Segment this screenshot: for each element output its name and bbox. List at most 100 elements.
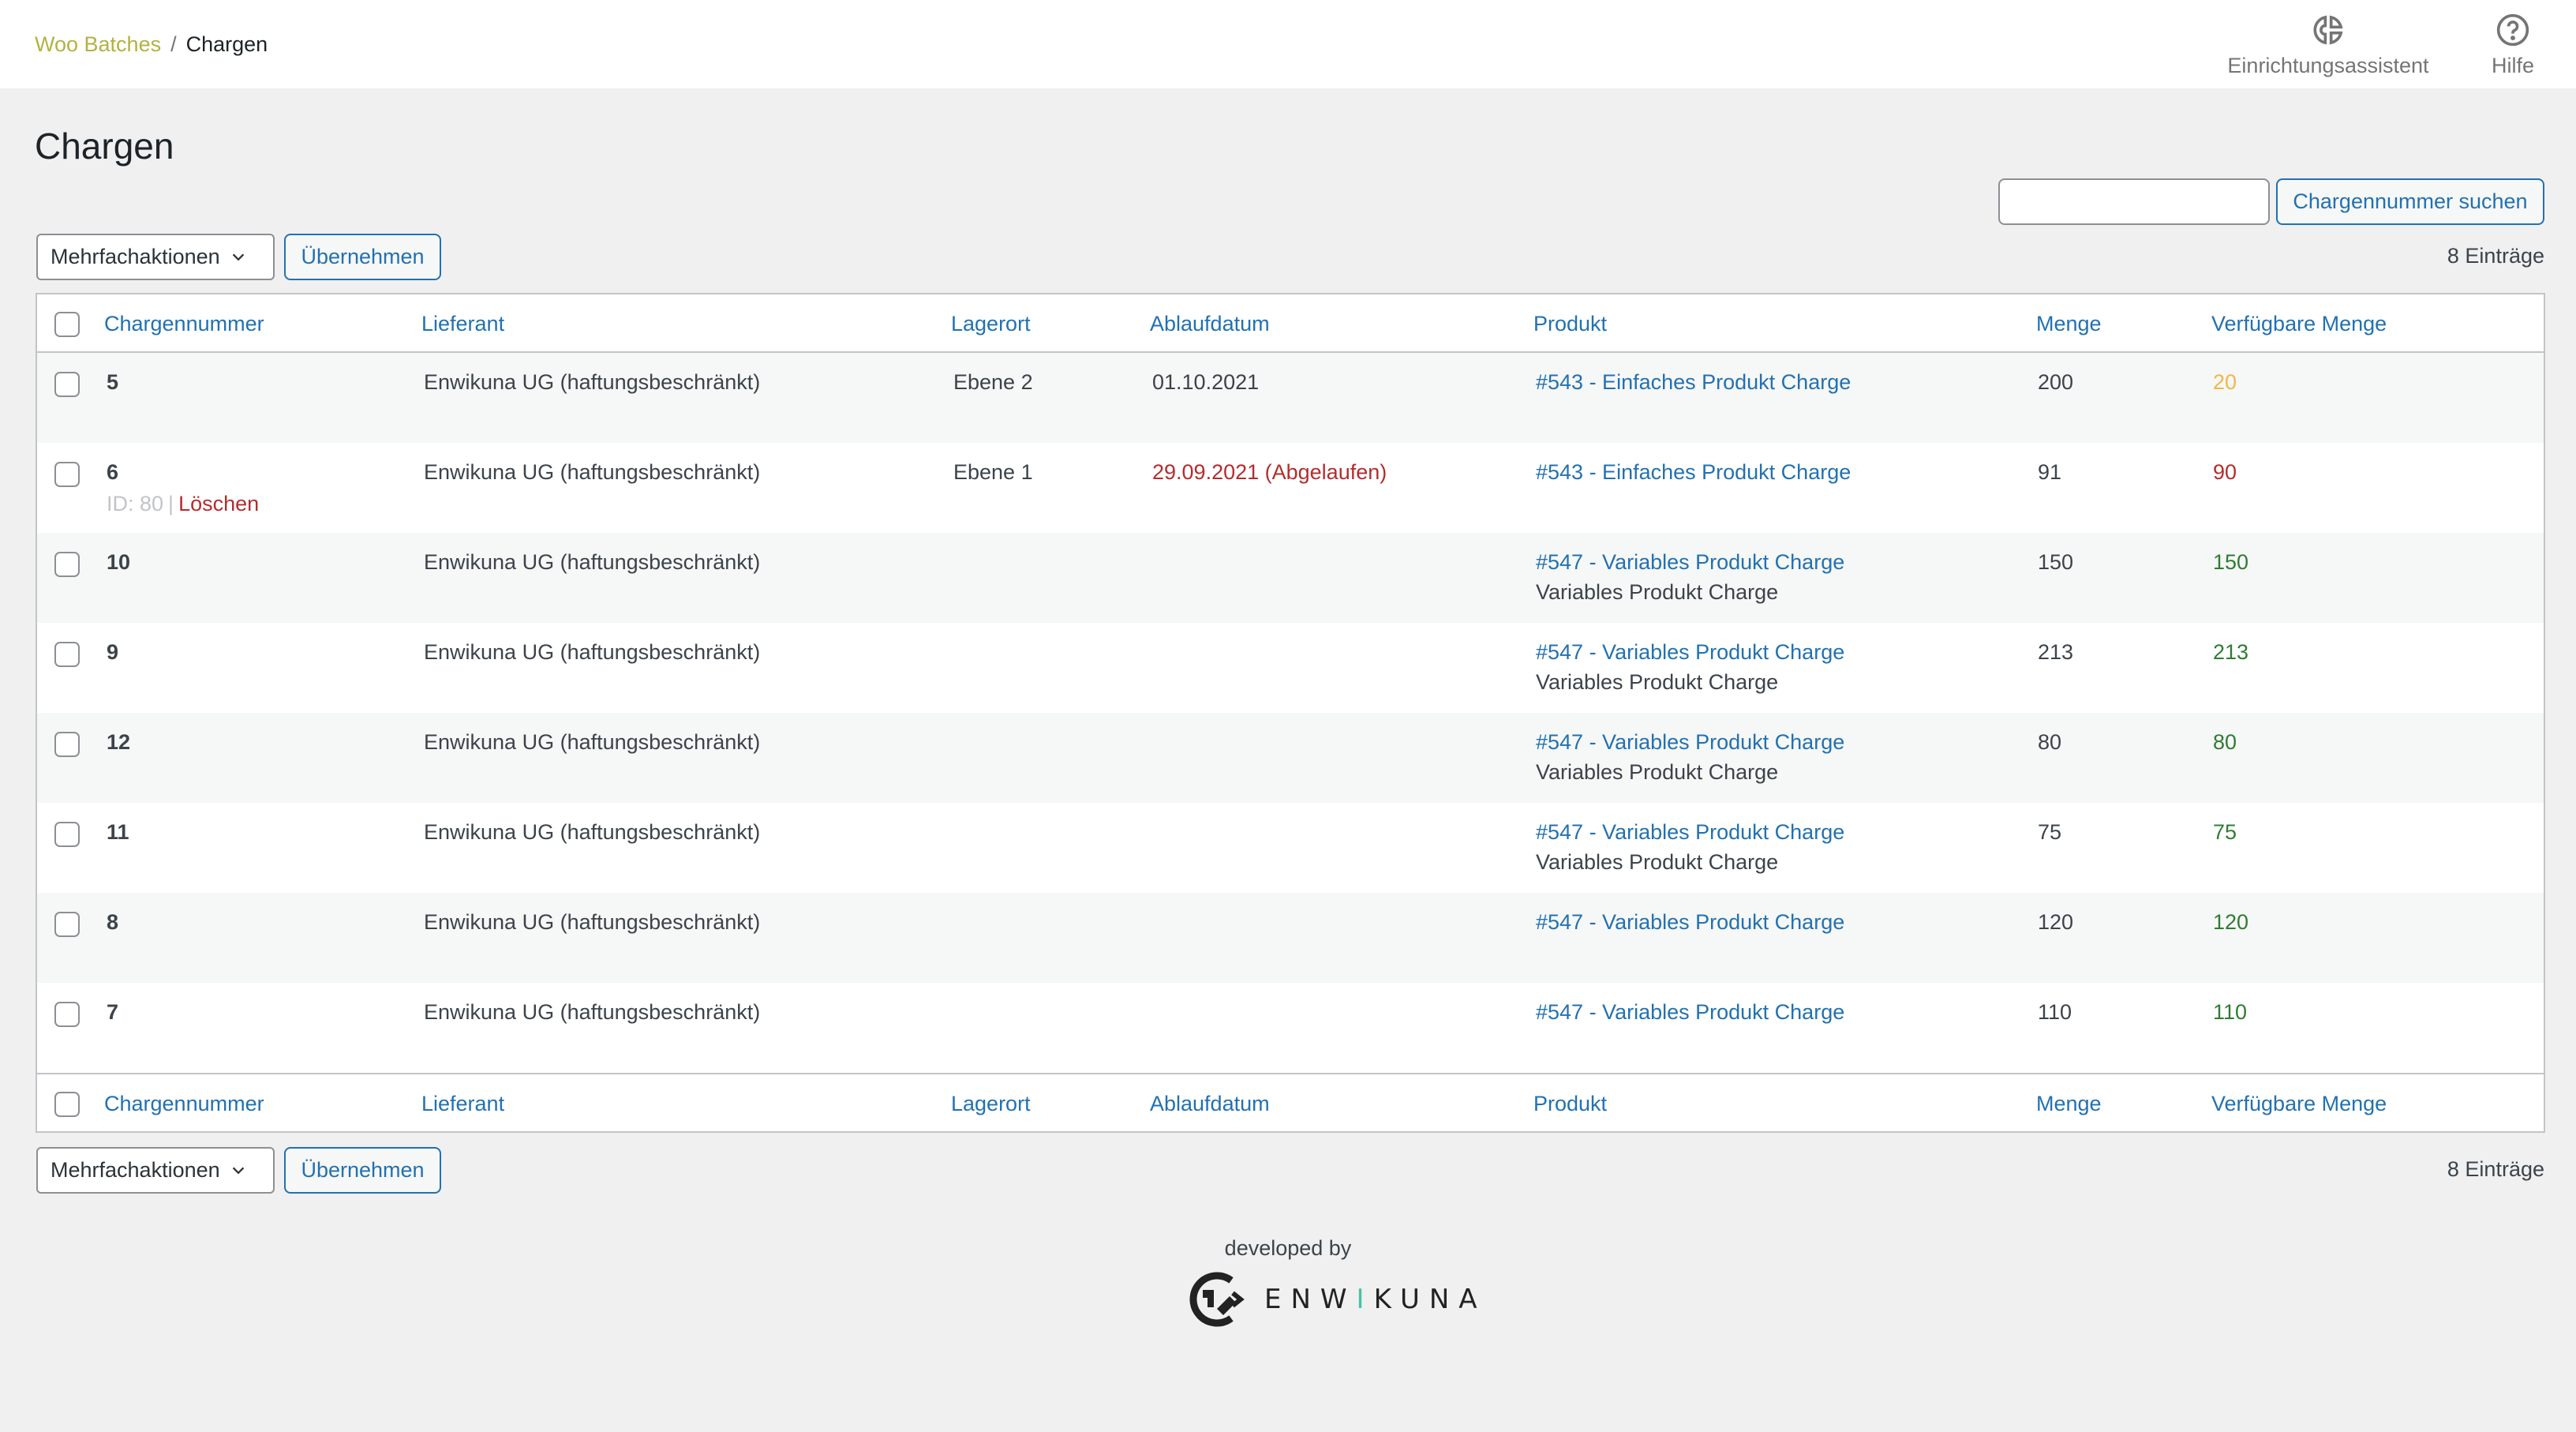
setup-wizard-label: Einrichtungsassistent: [2227, 54, 2429, 77]
product-cell: #547 - Variables Produkt Charge Variables…: [1536, 637, 1844, 697]
breadcrumb-link-woo-batches[interactable]: Woo Batches: [35, 32, 161, 57]
product-link[interactable]: #547 - Variables Produkt Charge: [1536, 997, 1844, 1027]
enwikuna-logo[interactable]: ENWIKUNA: [1184, 1269, 1487, 1329]
footer-column-location[interactable]: Lagerort: [951, 1089, 1031, 1119]
entries-count-bottom: 8 Einträge: [2447, 1157, 2544, 1181]
batch-number[interactable]: 5: [107, 367, 118, 397]
supplier: Enwikuna UG (haftungsbeschränkt): [424, 820, 761, 844]
product-link[interactable]: #547 - Variables Produkt Charge: [1536, 907, 1844, 937]
quantity: 200: [2038, 370, 2074, 394]
row-checkbox[interactable]: [54, 1002, 80, 1027]
product-variation: Variables Produkt Charge: [1536, 580, 1779, 604]
quantity: 110: [2038, 1000, 2072, 1024]
available-quantity: 75: [2213, 820, 2237, 844]
apply-bulk-action-button-bottom[interactable]: Übernehmen: [284, 1147, 441, 1194]
batch-number[interactable]: 10: [107, 547, 130, 577]
product-link[interactable]: #547 - Variables Produkt Charge: [1536, 637, 1844, 667]
batch-number[interactable]: 8: [107, 907, 118, 937]
product-variation: Variables Produkt Charge: [1536, 850, 1779, 874]
row-checkbox[interactable]: [54, 732, 80, 757]
product-cell: #547 - Variables Produkt Charge Variables…: [1536, 727, 1844, 787]
product-link[interactable]: #543 - Einfaches Produkt Charge: [1536, 457, 1851, 487]
product-link[interactable]: #547 - Variables Produkt Charge: [1536, 547, 1844, 577]
product-link[interactable]: #543 - Einfaches Produkt Charge: [1536, 367, 1851, 397]
batch-number[interactable]: 6: [107, 457, 118, 487]
product-cell: #547 - Variables Produkt Charge Variables…: [1536, 817, 1844, 877]
top-bar: Woo Batches / Chargen Einrichtungsassist…: [0, 0, 2576, 88]
row-checkbox[interactable]: [54, 552, 80, 577]
supplier: Enwikuna UG (haftungsbeschränkt): [424, 910, 761, 934]
footer-column-available-quantity[interactable]: Verfügbare Menge: [2211, 1089, 2387, 1119]
help-button[interactable]: Hilfe: [2484, 13, 2541, 78]
setup-wizard-button[interactable]: Einrichtungsassistent: [2224, 13, 2432, 78]
enwikuna-logo-mark-icon: [1189, 1272, 1245, 1327]
wordmark-part: KUNA: [1373, 1284, 1487, 1315]
supplier: Enwikuna UG (haftungsbeschränkt): [424, 730, 761, 754]
table-row: 5 Enwikuna UG (haftungsbeschränkt) Ebene 2…: [37, 353, 2544, 443]
available-quantity: 20: [2213, 370, 2237, 394]
row-checkbox[interactable]: [54, 462, 80, 487]
apply-bulk-action-button-top[interactable]: Übernehmen: [284, 234, 441, 280]
table-row: 9 Enwikuna UG (haftungsbeschränkt) #547 - …: [37, 623, 2544, 713]
row-actions-separator: |: [168, 492, 174, 515]
chevron-down-icon: [232, 1167, 244, 1174]
search-batch-button[interactable]: Chargennummer suchen: [2276, 178, 2544, 225]
available-quantity: 213: [2213, 640, 2249, 664]
available-quantity: 110: [2213, 1000, 2248, 1024]
quantity: 213: [2038, 640, 2074, 664]
column-header-supplier[interactable]: Lieferant: [421, 309, 504, 339]
developed-by-text: developed by: [1224, 1236, 1352, 1260]
expiry-date: 01.10.2021: [1152, 370, 1260, 394]
product-link[interactable]: #547 - Variables Produkt Charge: [1536, 817, 1844, 847]
location: Ebene 2: [953, 370, 1033, 394]
batch-number[interactable]: 11: [107, 817, 129, 847]
column-header-expiry[interactable]: Ablaufdatum: [1150, 309, 1270, 339]
page-title: Chargen: [35, 126, 174, 167]
bulk-actions-selected: Mehrfachaktionen: [51, 245, 220, 268]
column-header-batch-number[interactable]: Chargennummer: [104, 309, 264, 339]
select-all-checkbox[interactable]: [54, 312, 80, 337]
bulk-actions-select-bottom[interactable]: Mehrfachaktionen: [36, 1147, 275, 1194]
table-row: 8 Enwikuna UG (haftungsbeschränkt) #547 - …: [37, 893, 2544, 983]
table-row: 10 Enwikuna UG (haftungsbeschränkt) #547 -…: [37, 533, 2544, 623]
table-header: Chargennummer Lieferant Lagerort Ablaufd…: [37, 294, 2544, 353]
column-header-available-quantity[interactable]: Verfügbare Menge: [2211, 309, 2387, 339]
available-quantity: 80: [2213, 730, 2237, 754]
batch-search-input[interactable]: [1998, 178, 2270, 225]
footer-column-supplier[interactable]: Lieferant: [421, 1089, 504, 1119]
location: Ebene 1: [953, 460, 1033, 484]
product-link[interactable]: #547 - Variables Produkt Charge: [1536, 727, 1844, 757]
select-all-checkbox-footer[interactable]: [54, 1092, 80, 1117]
table-footer-header: Chargennummer Lieferant Lagerort Ablaufd…: [37, 1073, 2544, 1131]
enwikuna-wordmark: ENWIKUNA: [1264, 1284, 1487, 1315]
row-checkbox[interactable]: [54, 822, 80, 847]
product-cell: #543 - Einfaches Produkt Charge: [1536, 367, 1851, 397]
delete-link[interactable]: Löschen: [178, 492, 259, 515]
row-checkbox[interactable]: [54, 372, 80, 397]
chevron-down-icon: [232, 253, 244, 261]
column-header-product[interactable]: Produkt: [1533, 309, 1607, 339]
quantity: 75: [2038, 820, 2062, 844]
quantity: 120: [2038, 910, 2074, 934]
batch-number[interactable]: 12: [107, 727, 130, 757]
table-body: 5 Enwikuna UG (haftungsbeschränkt) Ebene 2…: [37, 353, 2544, 1073]
batch-number[interactable]: 9: [107, 637, 118, 667]
supplier: Enwikuna UG (haftungsbeschränkt): [424, 640, 761, 664]
column-header-location[interactable]: Lagerort: [951, 309, 1031, 339]
breadcrumb-separator: /: [170, 32, 177, 56]
batch-number[interactable]: 7: [107, 997, 118, 1027]
product-cell: #543 - Einfaches Produkt Charge: [1536, 457, 1851, 487]
bulk-actions-select-top[interactable]: Mehrfachaktionen: [36, 234, 275, 280]
footer-column-expiry[interactable]: Ablaufdatum: [1150, 1089, 1270, 1119]
footer-column-batch-number[interactable]: Chargennummer: [104, 1089, 264, 1119]
help-label: Hilfe: [2491, 54, 2534, 77]
bulk-actions-selected: Mehrfachaktionen: [51, 1158, 220, 1182]
table-row: 12 Enwikuna UG (haftungsbeschränkt) #547 -…: [37, 713, 2544, 803]
row-checkbox[interactable]: [54, 912, 80, 937]
setup-wizard-icon: [2313, 15, 2343, 45]
footer-column-product[interactable]: Produkt: [1533, 1089, 1607, 1119]
footer-column-quantity[interactable]: Menge: [2036, 1089, 2102, 1119]
row-checkbox[interactable]: [54, 642, 80, 667]
wordmark-accent: I: [1356, 1284, 1374, 1315]
column-header-quantity[interactable]: Menge: [2036, 309, 2102, 339]
